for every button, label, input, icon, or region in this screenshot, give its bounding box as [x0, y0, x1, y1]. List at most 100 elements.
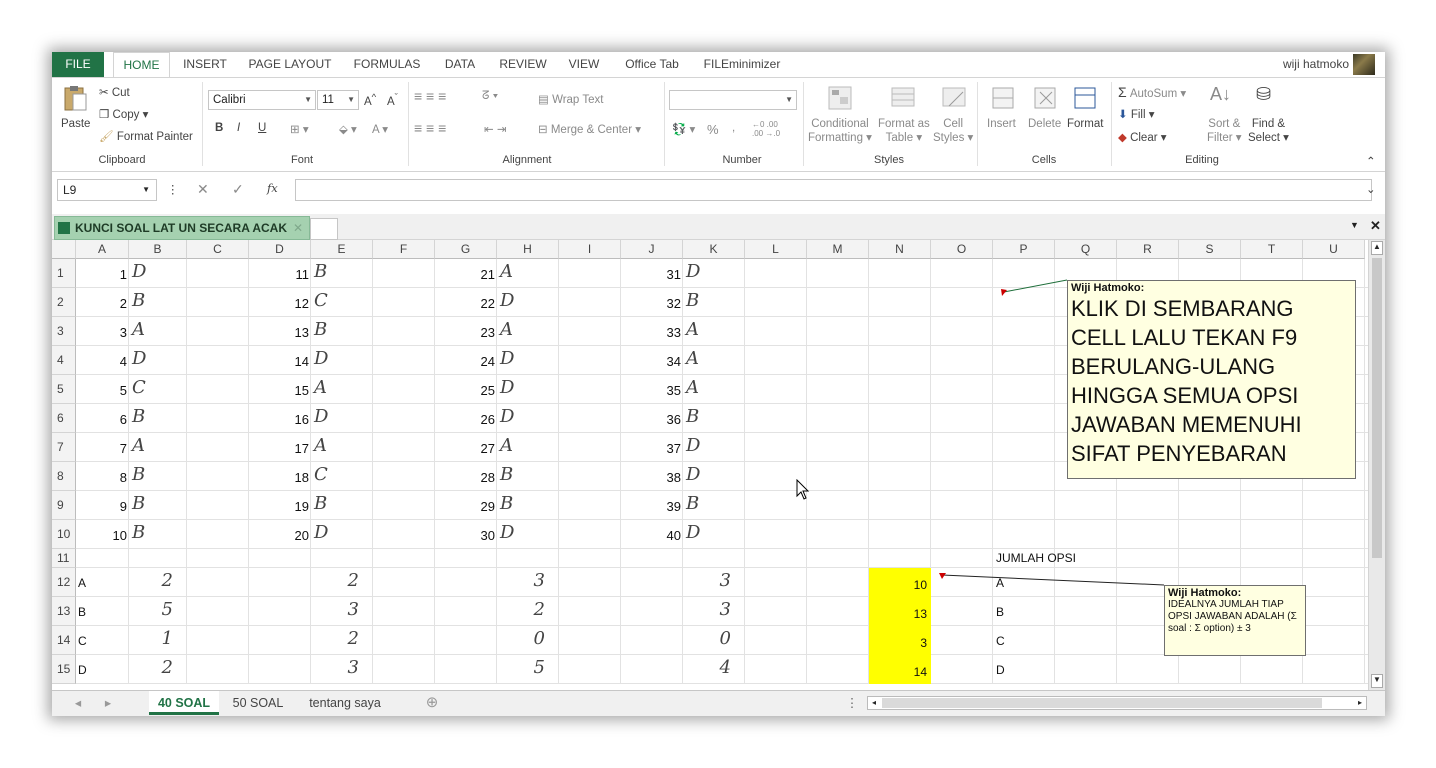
scroll-right-icon[interactable]: ▸: [1354, 697, 1366, 709]
sigma-icon: Σ: [1118, 84, 1127, 100]
cell-styles-button[interactable]: Cell Styles ▾: [933, 118, 973, 144]
font-color-icon[interactable]: A ▾: [372, 122, 388, 136]
insert-function-button[interactable]: fx: [267, 181, 278, 195]
autosum-button[interactable]: Σ AutoSum ▾: [1118, 84, 1186, 100]
conditional-formatting-icon[interactable]: [827, 84, 853, 112]
copy-button[interactable]: ❐ Copy ▾: [99, 107, 148, 121]
tab-formulas[interactable]: FORMULAS: [347, 52, 427, 77]
format-painter-button[interactable]: 🖌 Format Painter: [99, 129, 193, 143]
clear-button[interactable]: ◆ Clear ▾: [1118, 130, 1167, 144]
scrollbar-thumb[interactable]: [882, 698, 1322, 708]
clipboard-group-label: Clipboard: [98, 154, 146, 166]
fill-color-icon[interactable]: ⬙ ▾: [339, 122, 357, 136]
font-size-select[interactable]: 11 ▼: [317, 90, 359, 110]
avatar[interactable]: [1353, 54, 1375, 75]
merge-center-button[interactable]: ⊟ Merge & Center ▾: [538, 122, 641, 136]
sheet-tab-50-soal[interactable]: 50 SOAL: [223, 691, 293, 715]
cells-group-label: Cells: [1031, 154, 1057, 166]
format-button[interactable]: Format: [1067, 118, 1103, 130]
tab-list-icon[interactable]: ▼: [1350, 220, 1359, 230]
vertical-scrollbar[interactable]: ▲ ▼: [1368, 240, 1385, 690]
chevron-down-icon: ▼: [785, 95, 793, 104]
conditional-label: Conditional: [811, 118, 869, 130]
find-select-button[interactable]: Find & Select ▾: [1248, 118, 1289, 144]
name-box-value: L9: [63, 183, 77, 197]
close-icon[interactable]: ✕: [293, 217, 303, 239]
tab-office-tab[interactable]: Office Tab: [617, 52, 687, 77]
sort-filter-button[interactable]: Sort & Filter ▾: [1207, 118, 1242, 144]
scroll-up-icon[interactable]: ▲: [1371, 241, 1383, 255]
align-left-icon[interactable]: ≡ ≡ ≡: [414, 120, 446, 136]
sheet-tab-tentang-saya[interactable]: tentang saya: [300, 691, 390, 715]
align-top-icon[interactable]: ≡ ≡ ≡: [414, 88, 446, 104]
font-name-select[interactable]: Calibri ▼: [208, 90, 316, 110]
delete-icon[interactable]: [1032, 84, 1058, 112]
binoculars-icon[interactable]: ⛁: [1256, 84, 1271, 105]
shrink-font-button[interactable]: Aˇ: [387, 92, 398, 108]
fill-button[interactable]: ⬇ Fill ▾: [1118, 107, 1155, 121]
wrap-text-button[interactable]: ▤ Wrap Text: [538, 92, 603, 106]
insert-button[interactable]: Insert: [987, 118, 1016, 130]
new-tab-button[interactable]: [310, 218, 338, 240]
tab-view[interactable]: VIEW: [561, 52, 607, 77]
tab-home[interactable]: HOME: [113, 52, 170, 78]
formula-input[interactable]: [295, 179, 1372, 201]
document-tab[interactable]: KUNCI SOAL LAT UN SECARA ACAK ✕: [54, 216, 310, 240]
tab-insert[interactable]: INSERT: [178, 52, 232, 77]
bold-button[interactable]: B: [215, 122, 223, 134]
comment-leader-lines: [939, 279, 1165, 586]
decimal-buttons[interactable]: ←0 .00.00 →.0: [752, 120, 802, 138]
cell-styles-icon[interactable]: [941, 84, 967, 112]
comma-button[interactable]: ,: [732, 122, 735, 134]
indent-icon[interactable]: ⇤ ⇥: [484, 122, 506, 136]
tab-review[interactable]: REVIEW: [493, 52, 553, 77]
next-sheet-icon[interactable]: ▸: [100, 691, 116, 715]
scroll-down-icon[interactable]: ▼: [1371, 674, 1383, 688]
add-sheet-icon[interactable]: ⊕: [422, 691, 442, 715]
paste-icon[interactable]: [62, 84, 88, 112]
format-icon[interactable]: [1072, 84, 1098, 112]
find-label2: Select: [1248, 132, 1280, 144]
orientation-icon[interactable]: ᘔ ▾: [482, 90, 498, 103]
grow-font-button[interactable]: A^: [364, 92, 376, 108]
worksheet-grid[interactable]: A B C D E F G H I J K L M N O P Q R S T U 1 2 3 4 5 6 7 8 9 10 11 12 13 14…: [52, 240, 1368, 690]
insert-icon[interactable]: [990, 84, 1016, 112]
currency-icon[interactable]: 💱 ▾: [672, 122, 695, 136]
tab-page-layout[interactable]: PAGE LAYOUT: [244, 52, 336, 77]
number-format-select[interactable]: ▼: [669, 90, 797, 110]
sort-label2: Filter: [1207, 132, 1233, 144]
italic-button[interactable]: I: [237, 122, 240, 134]
document-tab-strip: KUNCI SOAL LAT UN SECARA ACAK ✕ ▼ ✕: [52, 214, 1385, 240]
delete-button[interactable]: Delete: [1028, 118, 1061, 130]
scrollbar-thumb[interactable]: [1372, 258, 1382, 558]
expand-formula-icon[interactable]: ⌄: [1366, 182, 1376, 196]
sort-filter-icon[interactable]: A↓: [1210, 84, 1231, 105]
prev-sheet-icon[interactable]: ◂: [70, 691, 86, 715]
underline-button[interactable]: U: [258, 122, 266, 134]
collapse-ribbon-icon[interactable]: ⌃: [1366, 154, 1376, 168]
paste-button[interactable]: Paste: [61, 118, 90, 130]
cancel-icon[interactable]: ✕: [197, 181, 209, 198]
horizontal-scrollbar[interactable]: ◂ ▸: [867, 696, 1367, 710]
editing-group-label: Editing: [1185, 154, 1219, 166]
sheet-tab-40-soal[interactable]: 40 SOAL: [149, 691, 219, 715]
cut-button[interactable]: ✂ Cut: [99, 85, 130, 99]
fill-down-icon: ⬇: [1118, 109, 1128, 121]
tab-file[interactable]: FILE: [52, 52, 104, 77]
enter-icon[interactable]: ✓: [232, 181, 244, 198]
tab-fileminimizer[interactable]: FILEminimizer: [700, 52, 784, 77]
ribbon: Paste ✂ Cut ❐ Copy ▾ 🖌 Format Painter Cl…: [52, 77, 1385, 172]
percent-button[interactable]: %: [707, 122, 719, 137]
separator: [1111, 82, 1112, 166]
format-as-table-button[interactable]: Format as Table ▾: [878, 118, 930, 144]
font-size-value: 11: [322, 94, 334, 106]
user-name[interactable]: wiji hatmoko: [1283, 52, 1349, 77]
border-icon[interactable]: ⊞ ▾: [290, 122, 309, 136]
tab-data[interactable]: DATA: [435, 52, 485, 77]
name-box[interactable]: L9 ▼: [57, 179, 157, 201]
conditional-formatting-button[interactable]: Conditional Formatting ▾: [808, 118, 872, 144]
more-icon: ⋮: [845, 696, 859, 710]
close-icon[interactable]: ✕: [1370, 218, 1381, 234]
scroll-left-icon[interactable]: ◂: [868, 697, 880, 709]
format-as-table-icon[interactable]: [890, 84, 916, 112]
